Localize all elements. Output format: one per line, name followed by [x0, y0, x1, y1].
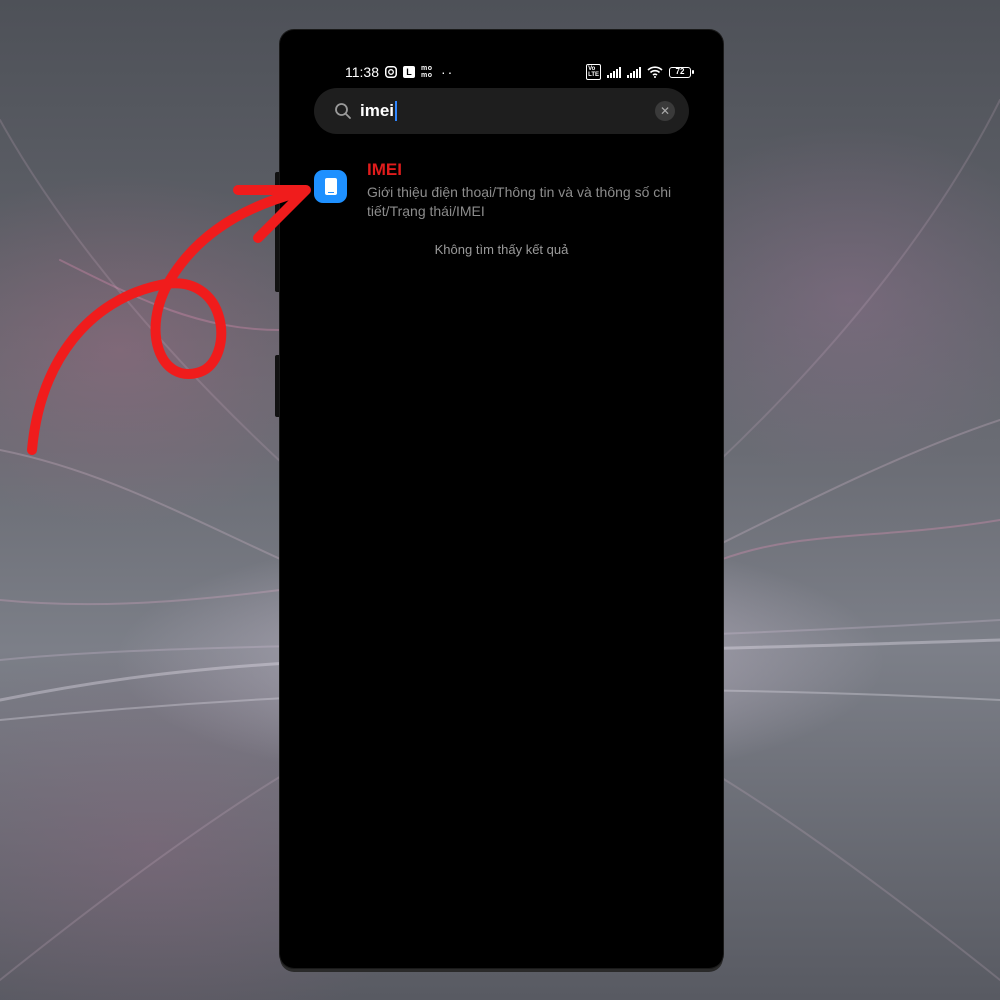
wifi-icon: [647, 66, 663, 78]
search-bar[interactable]: imei ✕: [314, 88, 689, 134]
instagram-icon: [385, 66, 397, 78]
close-icon[interactable]: ✕: [655, 101, 675, 121]
status-time: 11:38: [345, 64, 379, 80]
no-results-message: Không tìm thấy kết quả: [434, 242, 569, 257]
momo-icon: mo mo: [421, 65, 433, 79]
result-title: IMEI: [367, 160, 402, 179]
phone-screen: 11:38 L mo mo ·· Vo LTE 72 imei ✕ IMEI G…: [280, 30, 723, 968]
volte-icon: Vo LTE: [586, 64, 601, 80]
signal-icon: [607, 66, 621, 78]
status-bar: 11:38 L mo mo ·· Vo LTE 72: [345, 63, 694, 81]
battery-icon: 72: [669, 66, 694, 78]
search-icon: [334, 102, 352, 120]
l-app-icon: L: [403, 66, 415, 78]
result-path: Giới thiệu điện thoại/Thông tin và và th…: [367, 184, 672, 219]
search-input[interactable]: imei: [360, 101, 394, 121]
more-dots-icon: ··: [441, 64, 455, 80]
text-caret: [395, 101, 398, 121]
signal-icon: [627, 66, 641, 78]
phone-info-icon: [314, 170, 347, 203]
